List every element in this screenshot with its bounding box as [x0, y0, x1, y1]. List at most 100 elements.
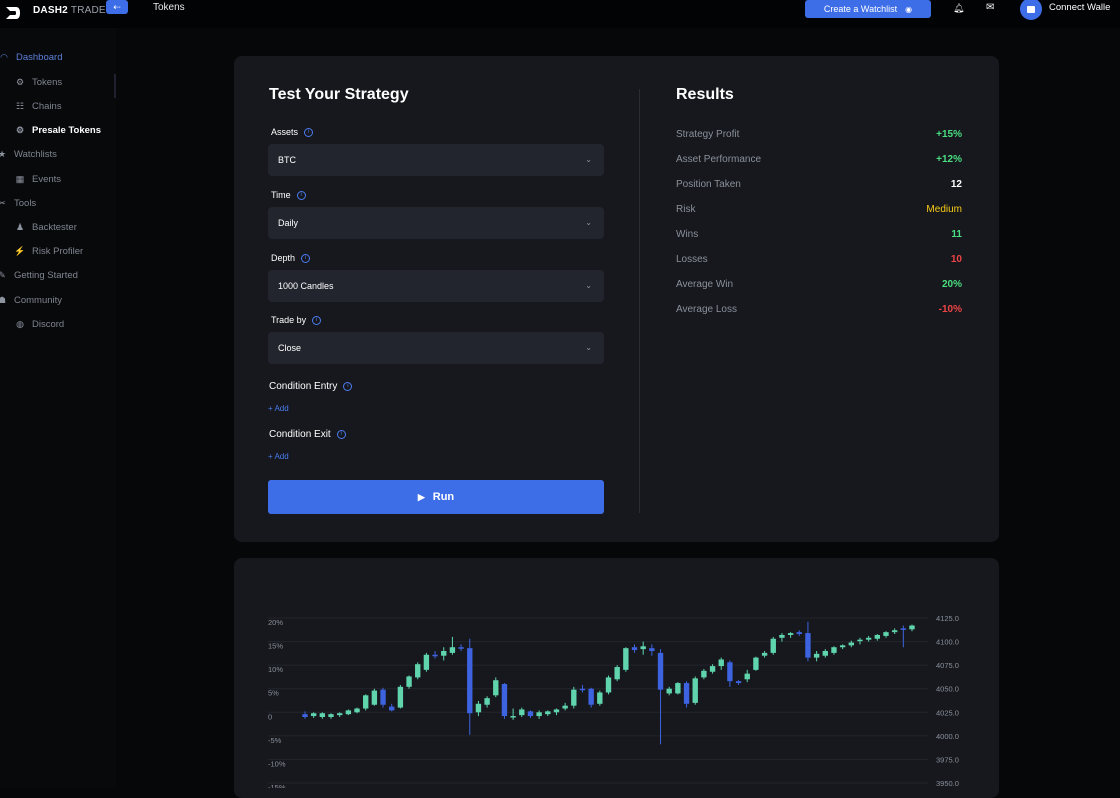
sidebar-item-risk-profiler[interactable]: ⚡ Risk Profiler	[14, 246, 83, 257]
sidebar-item-community[interactable]: ☗ Community	[0, 295, 62, 306]
sidebar-item-chains[interactable]: ☷ Chains	[14, 101, 62, 112]
user-icon: ♟	[15, 222, 25, 232]
trade-by-label: Trade by i	[271, 315, 322, 325]
play-icon: ▶	[417, 491, 425, 502]
sidebar-item-label: Getting Started	[14, 270, 78, 281]
chevron-down-icon: ⌄	[585, 281, 592, 290]
logo-icon[interactable]	[0, 2, 26, 24]
sidebar-item-label: Watchlists	[14, 149, 57, 160]
mail-icon[interactable]: ✉	[986, 2, 994, 13]
star-icon: ★	[0, 149, 7, 159]
gear-icon: ⚙	[15, 77, 25, 87]
breadcrumb: Tokens	[153, 2, 185, 13]
add-entry-condition-link[interactable]: + Add	[268, 404, 289, 413]
chevron-down-icon: ⌄	[585, 218, 592, 227]
result-value-strategy-profit: +15%	[936, 129, 962, 140]
info-icon[interactable]: i	[343, 382, 353, 391]
calendar-icon: ▦	[15, 174, 25, 184]
result-label-average-win: Average Win	[676, 279, 734, 290]
discord-icon: ◍	[16, 319, 24, 329]
sidebar-item-label: Risk Profiler	[32, 246, 84, 257]
assets-label: Assets i	[271, 127, 314, 137]
results-title: Results	[676, 86, 734, 103]
sidebar-item-watchlists[interactable]: ★ Watchlists	[0, 149, 57, 160]
run-button[interactable]: ▶ Run	[268, 480, 604, 514]
sidebar: ◠ Dashboard ⚙ Tokens ☷ Chains ⚙ Presale Toke…	[0, 28, 116, 788]
sidebar-item-tokens[interactable]: ⚙ Tokens	[14, 77, 62, 88]
result-value-average-loss: -10%	[938, 304, 962, 315]
result-value-risk: Medium	[926, 204, 962, 215]
sidebar-item-presale-tokens[interactable]: ⚙ Presale Tokens	[14, 125, 101, 136]
result-label-strategy-profit: Strategy Profit	[676, 129, 740, 140]
result-label-asset-performance: Asset Performance	[676, 154, 762, 165]
brand-name: DASH2 TRADE	[33, 5, 106, 16]
sidebar-selection-bar	[114, 74, 116, 98]
create-watchlist-label: Create a Watchlist	[823, 4, 898, 14]
wallet-icon[interactable]	[1020, 0, 1042, 20]
depth-label: Depth i	[271, 253, 311, 263]
result-value-asset-performance: +12%	[936, 154, 962, 165]
dashboard-icon: ◠	[0, 52, 8, 62]
community-icon: ☗	[0, 295, 7, 305]
connect-wallet-link[interactable]: Connect Walle	[1049, 2, 1110, 13]
collapse-sidebar-button[interactable]: ⇠	[106, 0, 128, 14]
info-icon[interactable]: i	[336, 430, 346, 439]
sidebar-item-label: Discord	[32, 319, 65, 330]
result-value-losses: 10	[950, 254, 962, 265]
condition-entry-label: Condition Entry i	[269, 381, 353, 392]
chart-card	[234, 558, 999, 798]
bell-icon[interactable]: 🔔︎	[953, 3, 964, 14]
sidebar-item-label: Events	[32, 174, 62, 185]
sidebar-item-label: Chains	[32, 101, 62, 112]
result-label-risk: Risk	[676, 204, 696, 215]
gear-icon: ⚙	[15, 125, 25, 135]
pencil-icon: ✎	[0, 270, 6, 280]
sidebar-item-label: Dashboard	[16, 52, 63, 63]
condition-exit-label: Condition Exit i	[269, 429, 346, 440]
run-label: Run	[432, 491, 455, 503]
sidebar-item-label: Tools	[14, 198, 37, 209]
sidebar-item-dashboard[interactable]: ◠ Dashboard	[0, 52, 62, 63]
sidebar-item-backtester[interactable]: ♟ Backtester	[14, 222, 77, 233]
sidebar-item-getting-started[interactable]: ✎ Getting Started	[0, 270, 78, 281]
info-icon[interactable]: i	[304, 127, 314, 137]
brand-sub: TRADE	[70, 5, 106, 16]
arrow-left-icon: ⇠	[113, 1, 121, 12]
eye-icon: ◉	[905, 4, 913, 14]
info-icon[interactable]: i	[312, 315, 322, 325]
time-select[interactable]: Daily ⌄	[268, 207, 604, 239]
depth-value: 1000 Candles	[278, 281, 334, 291]
info-icon[interactable]: i	[301, 253, 311, 263]
trade-by-select[interactable]: Close ⌄	[268, 332, 604, 364]
sidebar-item-discord[interactable]: ◍ Discord	[14, 319, 64, 330]
result-label-position-taken: Position Taken	[676, 179, 741, 190]
top-bar: DASH2 TRADE ⇠ Tokens Create a Watchlist ◉…	[0, 0, 1120, 28]
sidebar-item-events[interactable]: ▦ Events	[14, 174, 61, 185]
chevron-down-icon: ⌄	[585, 343, 592, 352]
trade-by-value: Close	[278, 343, 302, 353]
sliders-icon: ☷	[15, 101, 25, 111]
time-value: Daily	[278, 218, 299, 228]
result-value-position-taken: 12	[950, 179, 962, 190]
add-exit-condition-link[interactable]: + Add	[268, 452, 289, 461]
sidebar-item-tools[interactable]: ✂ Tools	[0, 198, 36, 209]
tools-icon: ✂	[0, 198, 6, 208]
chevron-down-icon: ⌄	[585, 155, 592, 164]
risk-icon: ⚡	[14, 246, 26, 256]
result-value-wins: 11	[951, 229, 962, 240]
panel-divider	[639, 89, 640, 513]
depth-select[interactable]: 1000 Candles ⌄	[268, 270, 604, 302]
sidebar-item-label: Tokens	[32, 77, 63, 88]
assets-select[interactable]: BTC ⌄	[268, 144, 604, 176]
strategy-title: Test Your Strategy	[269, 86, 409, 103]
assets-value: BTC	[278, 155, 296, 165]
result-label-losses: Losses	[676, 254, 708, 265]
result-label-wins: Wins	[676, 229, 699, 240]
info-icon[interactable]: i	[296, 190, 306, 200]
result-value-average-win: 20%	[941, 279, 962, 290]
sidebar-item-label: Community	[14, 295, 63, 306]
result-label-average-loss: Average Loss	[676, 304, 737, 315]
create-watchlist-button[interactable]: Create a Watchlist ◉	[805, 0, 931, 18]
time-label: Time i	[271, 190, 306, 200]
sidebar-item-label: Backtester	[32, 222, 77, 233]
